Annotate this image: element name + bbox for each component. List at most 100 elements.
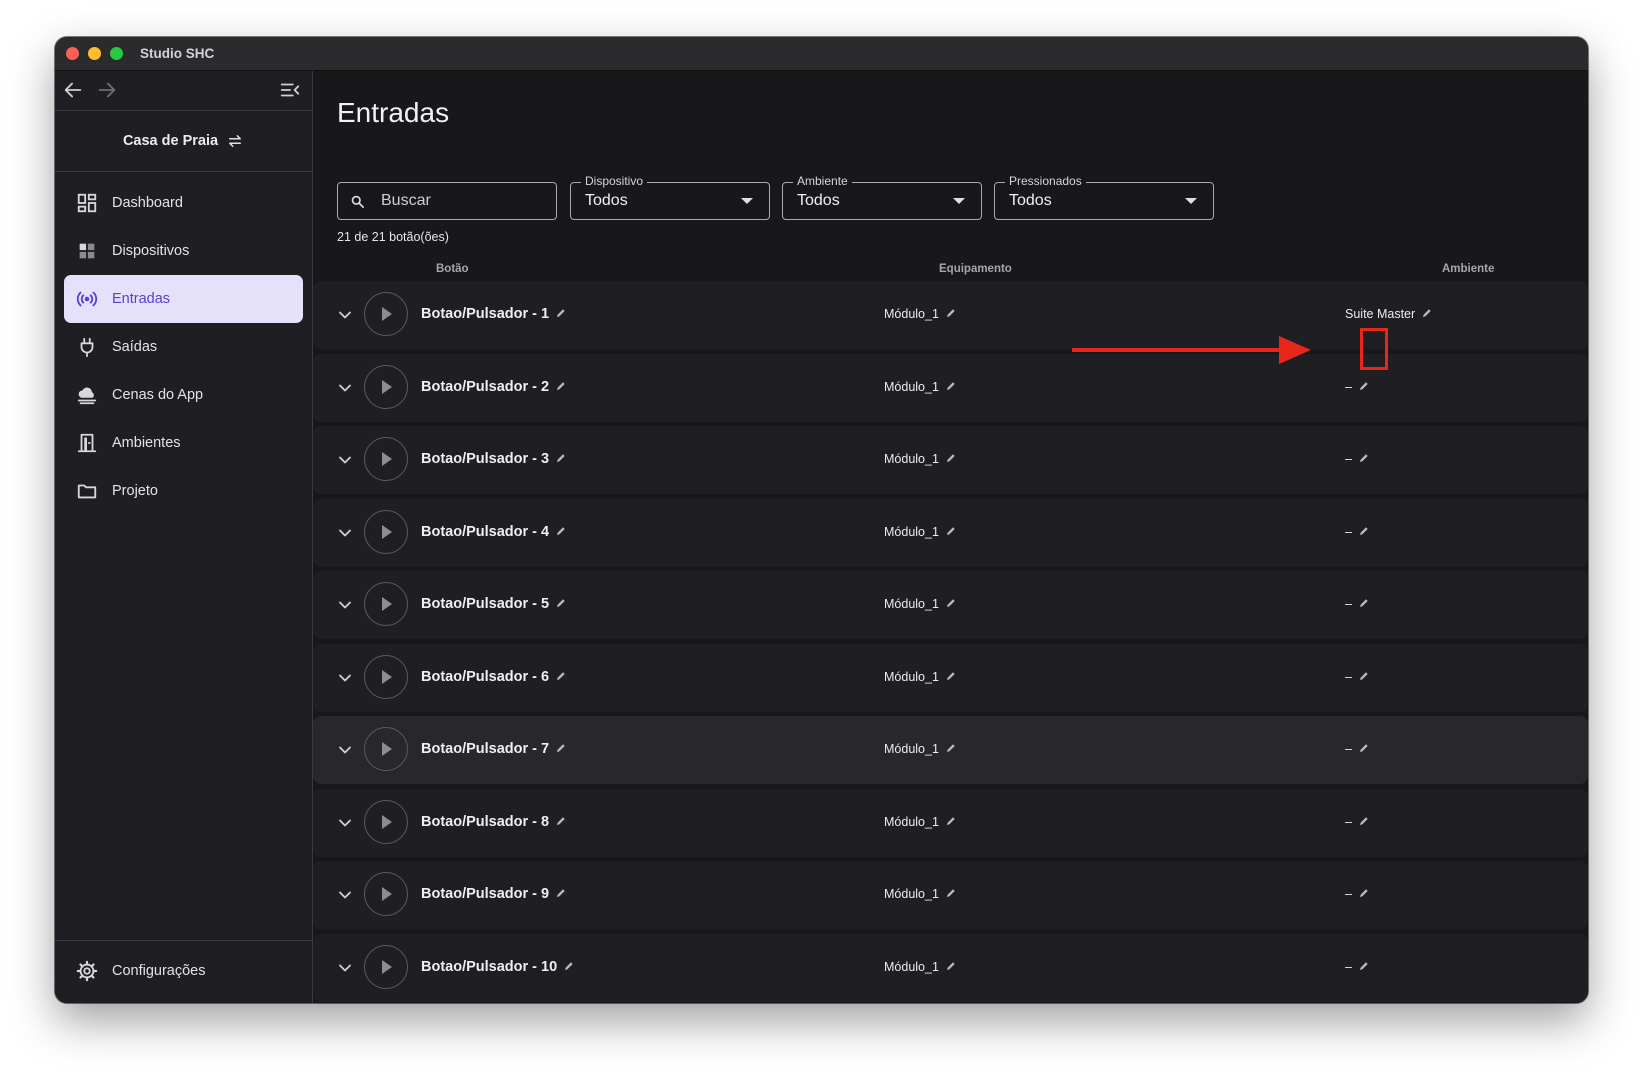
table-row[interactable]: Botao/Pulsador - 3 Módulo_1 –	[313, 426, 1588, 494]
pencil-icon[interactable]	[555, 887, 567, 899]
main-content: Entradas Buscar Dispositivo Todos Ambien…	[313, 71, 1588, 1003]
pencil-icon[interactable]	[555, 670, 567, 682]
pencil-icon[interactable]	[1421, 307, 1433, 319]
pencil-icon[interactable]	[945, 452, 957, 464]
equipment-cell: Módulo_1	[884, 960, 957, 974]
equipment-cell: Módulo_1	[884, 742, 957, 756]
play-button[interactable]	[364, 944, 408, 989]
play-button[interactable]	[364, 364, 408, 409]
sidebar-item-label: Ambientes	[112, 435, 181, 451]
table-row[interactable]: Botao/Pulsador - 7 Módulo_1 –	[313, 716, 1588, 784]
result-count: 21 de 21 botão(ões)	[337, 230, 449, 244]
pencil-icon[interactable]	[945, 960, 957, 972]
play-button[interactable]	[364, 437, 408, 481]
filter-dispositivo[interactable]: Dispositivo Todos	[570, 174, 770, 220]
play-button[interactable]	[364, 292, 408, 336]
equipment-name: Módulo_1	[884, 959, 939, 974]
pencil-icon[interactable]	[555, 525, 567, 537]
pencil-icon[interactable]	[1358, 452, 1370, 464]
sidebar-item-projeto[interactable]: Projeto	[64, 467, 303, 515]
sidebar-item-dispositivos[interactable]: Dispositivos	[64, 227, 303, 275]
cloud-scene-icon	[77, 387, 97, 405]
play-button[interactable]	[364, 799, 408, 844]
pencil-icon[interactable]	[945, 307, 957, 319]
pencil-icon[interactable]	[1358, 742, 1370, 754]
sidebar-item-dashboard[interactable]: Dashboard	[64, 179, 303, 227]
pencil-icon[interactable]	[945, 525, 957, 537]
pencil-icon[interactable]	[1358, 815, 1370, 827]
environment-name: –	[1345, 887, 1352, 901]
play-icon	[382, 959, 392, 974]
table-row[interactable]: Botao/Pulsador - 5 Módulo_1 –	[313, 571, 1588, 639]
close-window-button[interactable]	[66, 47, 79, 60]
chevron-down-icon[interactable]	[335, 378, 355, 398]
chevron-down-icon[interactable]	[335, 668, 355, 688]
chevron-down-icon[interactable]	[335, 305, 355, 325]
chevron-down-icon[interactable]	[335, 523, 355, 543]
filter-pressionados[interactable]: Pressionados Todos	[994, 174, 1214, 220]
table-row[interactable]: Botao/Pulsador - 6 Módulo_1 –	[313, 643, 1588, 712]
pencil-icon[interactable]	[555, 452, 567, 464]
table-row[interactable]: Botao/Pulsador - 9 Módulo_1 –	[313, 861, 1588, 929]
pencil-icon[interactable]	[945, 815, 957, 827]
search-input[interactable]: Buscar	[337, 182, 557, 220]
pencil-icon[interactable]	[555, 380, 567, 392]
play-button[interactable]	[364, 727, 408, 771]
pencil-icon[interactable]	[945, 380, 957, 392]
forward-arrow-icon[interactable]	[96, 79, 118, 101]
pencil-icon[interactable]	[1358, 525, 1370, 537]
pencil-icon[interactable]	[563, 960, 575, 972]
minimize-window-button[interactable]	[88, 47, 101, 60]
sidebar-item-saidas[interactable]: Saídas	[64, 323, 303, 371]
play-button[interactable]	[364, 509, 408, 554]
pencil-icon[interactable]	[945, 742, 957, 754]
equipment-cell: Módulo_1	[884, 525, 957, 539]
app-window: Studio SHC Casa de Praia Dashboard Dispo…	[55, 37, 1588, 1003]
play-button[interactable]	[364, 872, 408, 916]
chevron-down-icon[interactable]	[335, 450, 355, 470]
sidebar-item-ambientes[interactable]: Ambientes	[64, 419, 303, 467]
table-row[interactable]: Botao/Pulsador - 10 Módulo_1 –	[313, 933, 1588, 1002]
pencil-icon[interactable]	[1358, 960, 1370, 972]
table-row[interactable]: Botao/Pulsador - 2 Módulo_1 –	[313, 353, 1588, 422]
pencil-icon[interactable]	[555, 742, 567, 754]
chevron-down-icon[interactable]	[335, 740, 355, 760]
zoom-window-button[interactable]	[110, 47, 123, 60]
sidebar-item-entradas[interactable]: Entradas	[64, 275, 303, 323]
equipment-cell: Módulo_1	[884, 452, 957, 466]
equipment-cell: Módulo_1	[884, 597, 957, 611]
play-button[interactable]	[364, 582, 408, 626]
pencil-icon[interactable]	[555, 307, 567, 319]
pencil-icon[interactable]	[1358, 670, 1370, 682]
sidebar-item-cenas[interactable]: Cenas do App	[64, 371, 303, 419]
table-row[interactable]: Botao/Pulsador - 4 Módulo_1 –	[313, 498, 1588, 567]
column-header-equipment[interactable]: Equipamento	[939, 263, 1012, 275]
chevron-down-icon[interactable]	[335, 595, 355, 615]
pencil-icon[interactable]	[1358, 380, 1370, 392]
filter-ambiente[interactable]: Ambiente Todos	[782, 174, 982, 220]
pencil-icon[interactable]	[945, 670, 957, 682]
pencil-icon[interactable]	[555, 815, 567, 827]
sidebar-item-configuracoes[interactable]: Configurações	[64, 947, 303, 995]
play-button[interactable]	[364, 654, 408, 699]
pencil-icon[interactable]	[555, 597, 567, 609]
project-switcher[interactable]: Casa de Praia	[55, 111, 312, 172]
title-bar: Studio SHC	[55, 37, 1588, 71]
collapse-menu-icon[interactable]	[279, 79, 301, 101]
column-header-button[interactable]: Botão	[436, 263, 469, 275]
pencil-icon[interactable]	[1358, 887, 1370, 899]
pencil-icon[interactable]	[945, 887, 957, 899]
column-header-environment[interactable]: Ambiente	[1442, 263, 1494, 275]
table-row[interactable]: Botao/Pulsador - 8 Módulo_1 –	[313, 788, 1588, 857]
environment-cell: –	[1345, 742, 1370, 756]
chevron-down-icon[interactable]	[335, 958, 355, 978]
pencil-icon[interactable]	[945, 597, 957, 609]
chevron-down-icon[interactable]	[335, 813, 355, 833]
chevron-down-icon[interactable]	[335, 885, 355, 905]
filter-value: Todos	[797, 192, 840, 209]
pencil-icon[interactable]	[1358, 597, 1370, 609]
environment-name: Suite Master	[1345, 307, 1416, 321]
table-row[interactable]: Botao/Pulsador - 1 Módulo_1 Suite Master	[313, 281, 1588, 349]
sidebar-item-label: Dispositivos	[112, 243, 190, 259]
back-arrow-icon[interactable]	[62, 79, 84, 101]
